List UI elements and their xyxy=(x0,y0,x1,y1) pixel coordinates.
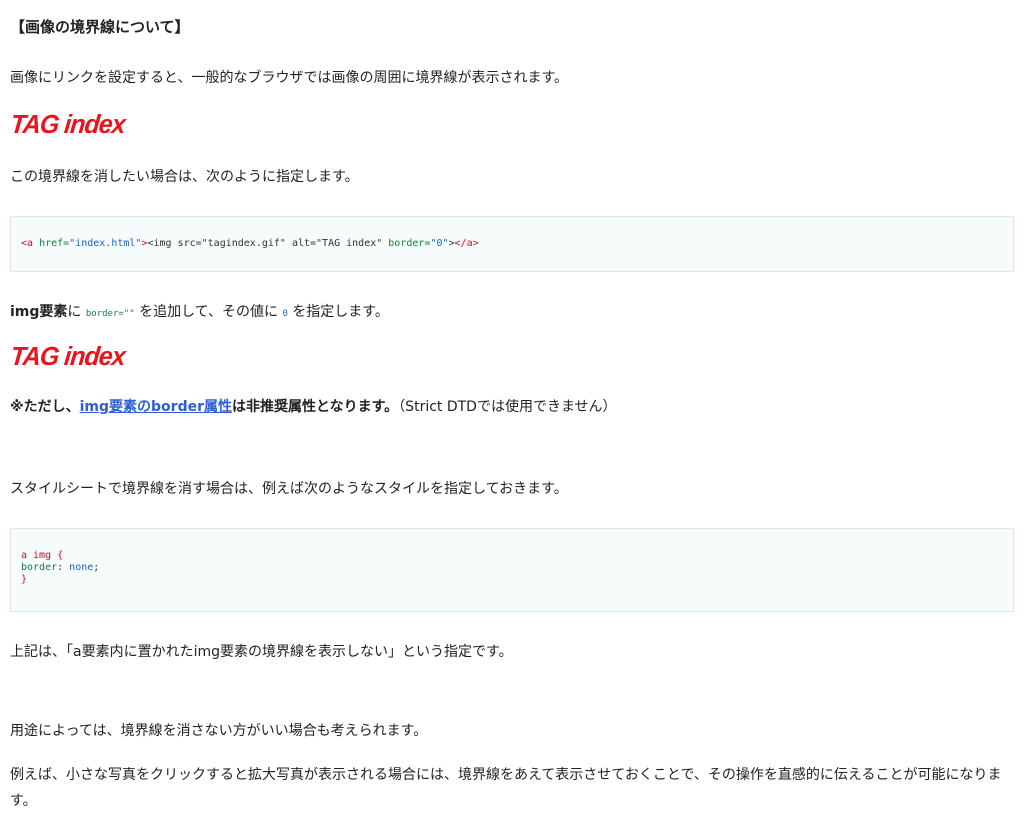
tag-index-logo-linked[interactable]: TAG index xyxy=(9,110,126,139)
code-line-close: } xyxy=(21,574,28,585)
code-line-selector: a img { xyxy=(21,550,64,561)
stylesheet-paragraph: スタイルシートで境界線を消す場合は、例えば次のようなスタイルを指定しておきます。 xyxy=(10,481,568,497)
tag-index-logo-borderless[interactable]: TAG index xyxy=(9,342,126,371)
article: 【画像の境界線について】 画像にリンクを設定すると、一般的なブラウザでは画像の周… xyxy=(0,0,1024,834)
code-line-html: <a href="index.html"><img src="tagindex.… xyxy=(21,238,479,249)
remove-border-paragraph: この境界線を消したい場合は、次のように指定します。 xyxy=(10,169,359,185)
intro-paragraph: 画像にリンクを設定すると、一般的なブラウザでは画像の周囲に境界線が表示されます。 xyxy=(10,70,569,86)
code-lines-css: a img { border: none; } xyxy=(21,550,99,586)
code-block-css: a img { border: none; } xyxy=(10,528,1014,612)
inline-code-border: border="" xyxy=(85,309,135,319)
code-block-html: <a href="index.html"><img src="tagindex.… xyxy=(10,216,1014,272)
code-line-declaration: border: none; xyxy=(21,562,100,573)
example-paragraph: 例えば、小さな写真をクリックすると拡大写真が表示される場合には、境界線をあえて表… xyxy=(10,767,1002,809)
usage-paragraph: 用途によっては、境界線を消さない方がいい場合も考えられます。 xyxy=(10,723,428,739)
border-attribute-link[interactable]: img要素のborder属性 xyxy=(80,399,232,415)
border-explain-paragraph: img要素に border="" を追加して、その値に 0 を指定します。 xyxy=(10,304,389,320)
summary-paragraph: 上記は、「a要素内に置かれたimg要素の境界線を表示しない」という指定です。 xyxy=(10,644,513,660)
deprecation-note: ※ただし、img要素のborder属性は非推奨属性となります。（Strict D… xyxy=(10,399,617,415)
section-title: 【画像の境界線について】 xyxy=(10,18,190,36)
